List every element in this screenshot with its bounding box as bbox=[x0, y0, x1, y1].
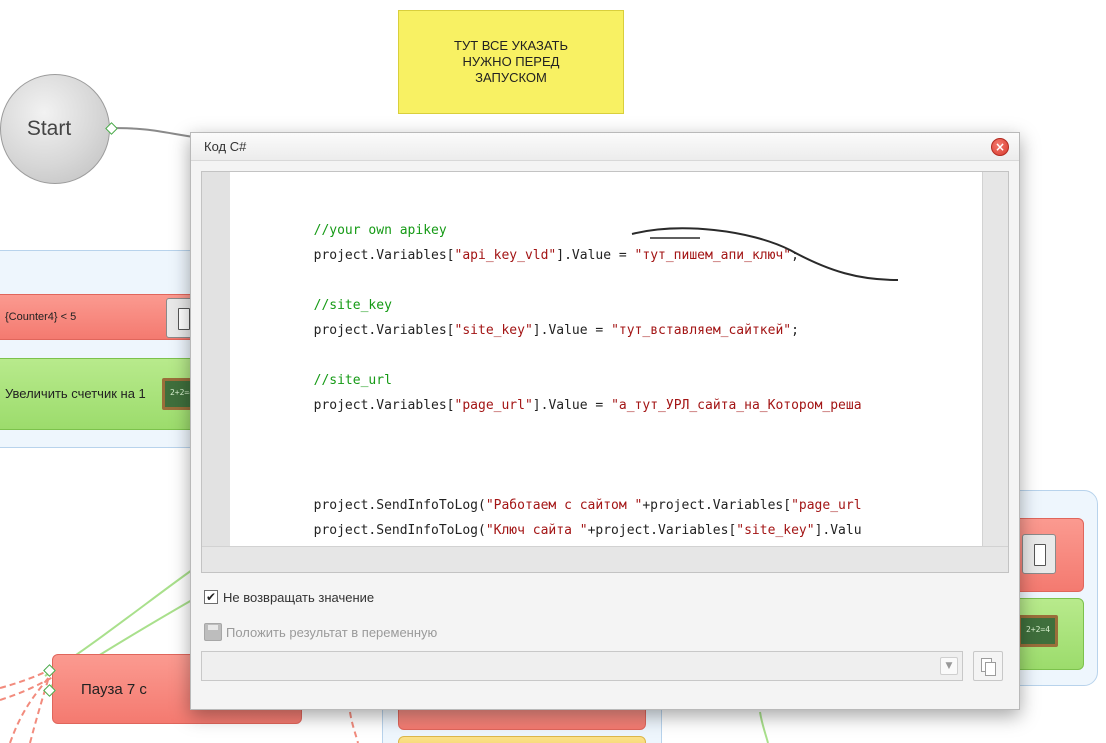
condition-switch-icon-right bbox=[1022, 534, 1056, 574]
no-return-checkbox[interactable]: ✔ bbox=[204, 590, 218, 604]
start-node-label: Start bbox=[26, 117, 72, 140]
checkmark-icon: ✔ bbox=[205, 590, 217, 604]
increment-counter-label: Увеличить счетчик на 1 bbox=[5, 386, 146, 401]
action-block-bottom-yellow[interactable] bbox=[398, 736, 646, 743]
chevron-down-icon[interactable]: ▼ bbox=[940, 657, 958, 675]
editor-horizontal-scrollbar[interactable] bbox=[202, 546, 1008, 572]
calculator-board-icon-right: 2+2=4 bbox=[1018, 615, 1058, 647]
dialog-title: Код C# bbox=[204, 139, 247, 154]
copy-icon[interactable] bbox=[973, 651, 1003, 681]
editor-vertical-scrollbar[interactable] bbox=[982, 172, 1008, 546]
store-result-label: Положить результат в переменную bbox=[226, 624, 438, 640]
result-variable-select[interactable]: ▼ bbox=[201, 651, 963, 681]
floppy-disk-icon bbox=[204, 623, 222, 641]
csharp-code-dialog: Код C# × //your own apikey project.Varia… bbox=[190, 132, 1020, 710]
code-area[interactable]: //your own apikey project.Variables["api… bbox=[230, 172, 982, 546]
annotation-stroke bbox=[631, 227, 899, 281]
no-return-label: Не возвращать значение bbox=[223, 589, 375, 605]
close-button[interactable]: × bbox=[991, 138, 1009, 156]
code-editor[interactable]: //your own apikey project.Variables["api… bbox=[201, 171, 1009, 573]
no-return-option[interactable]: ✔ Не возвращать значение bbox=[204, 588, 374, 606]
condition-block-label: {Counter4} < 5 bbox=[5, 311, 77, 323]
start-node[interactable]: Start bbox=[0, 74, 110, 184]
sticky-note[interactable]: ТУТ ВСЕ УКАЗАТЬ НУЖНО ПЕРЕД ЗАПУСКОМ bbox=[398, 10, 624, 114]
dialog-titlebar[interactable]: Код C# × bbox=[191, 133, 1019, 161]
pause-block-label: Пауза 7 с bbox=[81, 680, 147, 698]
store-result-option[interactable]: Положить результат в переменную bbox=[204, 623, 437, 641]
close-icon: × bbox=[994, 140, 1006, 154]
editor-gutter bbox=[202, 172, 230, 546]
